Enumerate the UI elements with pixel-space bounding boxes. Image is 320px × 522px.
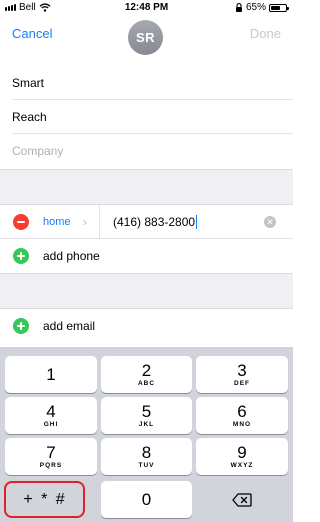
key-letters: GHI	[43, 420, 59, 428]
status-right: 65%	[235, 2, 289, 13]
key-letters: DEF	[234, 379, 250, 387]
key-letters: MNO	[232, 420, 252, 428]
key-letters: WXYZ	[230, 461, 254, 469]
plus-circle-icon[interactable]	[13, 318, 29, 334]
phone-input[interactable]: (416) 883-2800	[113, 214, 198, 229]
lock-icon	[235, 3, 242, 12]
section-divider	[0, 273, 293, 309]
key-digit: 7	[46, 442, 56, 462]
add-phone-row[interactable]: add phone	[0, 239, 293, 273]
cancel-button[interactable]: Cancel	[12, 26, 52, 41]
key-6[interactable]: 6 MNO	[196, 397, 288, 434]
key-digit: 4	[46, 401, 56, 421]
text-cursor	[196, 214, 198, 229]
add-email-row[interactable]: add email	[0, 309, 293, 343]
status-bar: Bell 12:48 PM 65%	[0, 0, 293, 16]
phone-number: (416) 883-2800	[113, 214, 196, 229]
phone-label-button[interactable]: home	[43, 216, 83, 228]
key-1[interactable]: 1	[5, 356, 97, 393]
key-letters: PQRS	[39, 461, 63, 469]
key-digit: 0	[141, 489, 152, 509]
battery-percent: 65%	[245, 2, 266, 13]
key-2[interactable]: 2 ABC	[101, 356, 192, 393]
nav-bar: Cancel SR Done	[0, 16, 293, 58]
add-phone-label: add phone	[43, 249, 100, 263]
plus-circle-icon[interactable]	[13, 248, 29, 264]
key-digit: 8	[141, 442, 152, 462]
last-name-value: Reach	[12, 109, 47, 124]
first-name-value: Smart	[12, 75, 45, 90]
key-9[interactable]: 9 WXYZ	[196, 438, 288, 475]
key-3[interactable]: 3 DEF	[196, 356, 288, 393]
key-0[interactable]: 0	[101, 481, 192, 518]
chevron-right-icon[interactable]: ›	[83, 215, 95, 229]
key-digit: 1	[46, 364, 56, 384]
key-4[interactable]: 4 GHI	[5, 397, 97, 434]
key-letters: ABC	[137, 379, 156, 387]
key-digit: 2	[141, 360, 152, 380]
done-button[interactable]: Done	[250, 26, 281, 41]
backspace-icon	[232, 492, 252, 507]
clear-icon[interactable]: ✕	[264, 215, 276, 228]
minus-circle-icon[interactable]	[13, 213, 29, 230]
key-7[interactable]: 7 PQRS	[5, 438, 97, 475]
numeric-keypad: 1 2 ABC 3 DEF 4 GHI 5 JKL 6 MNO 7 PQRS 8…	[0, 347, 293, 522]
key-letters: JKL	[138, 420, 155, 428]
key-8[interactable]: 8 TUV	[101, 438, 192, 475]
battery-icon	[269, 3, 289, 12]
key-letters: TUV	[138, 461, 155, 469]
key-digit: 5	[141, 401, 152, 421]
key-digit: 9	[237, 442, 247, 462]
highlight-annotation	[4, 481, 85, 518]
key-digit: 6	[237, 401, 247, 421]
company-placeholder: Company	[12, 144, 64, 158]
last-name-field[interactable]: Reach	[12, 100, 293, 134]
phone-row: home › (416) 883-2800 ✕	[0, 204, 293, 239]
delete-key[interactable]	[196, 481, 288, 518]
section-divider	[0, 169, 293, 205]
key-digit: 3	[237, 360, 247, 380]
first-name-field[interactable]: Smart	[12, 66, 293, 100]
add-email-label: add email	[43, 319, 96, 333]
field-separator	[99, 204, 100, 239]
key-5[interactable]: 5 JKL	[101, 397, 192, 434]
company-field[interactable]: Company	[12, 134, 293, 168]
avatar[interactable]: SR	[128, 20, 163, 55]
